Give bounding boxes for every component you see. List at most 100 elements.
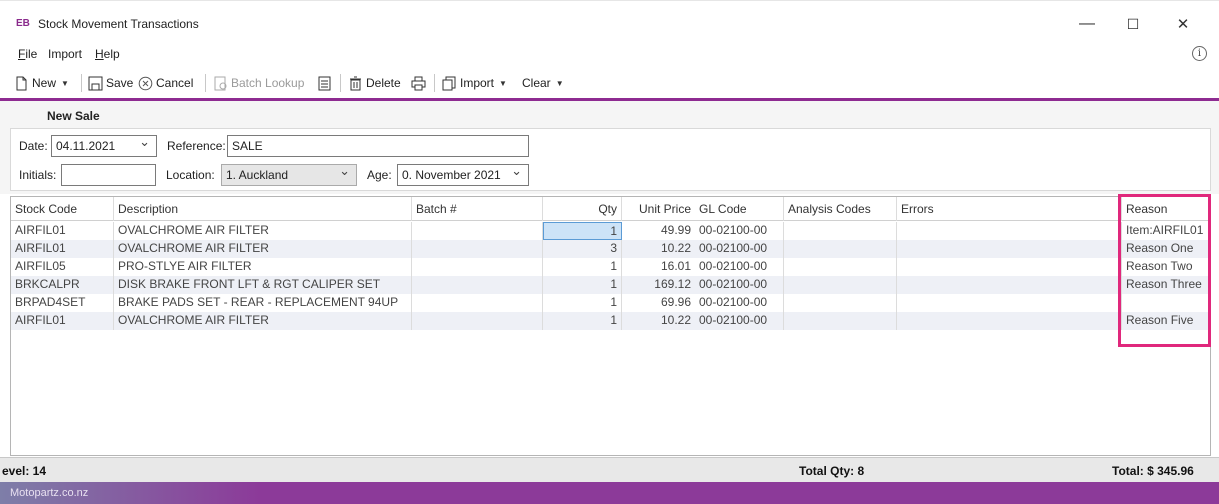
app-logo: EB	[16, 18, 30, 29]
column-header-stock-code[interactable]: Stock Code	[11, 197, 114, 221]
import-button[interactable]: Import ▼	[442, 73, 507, 93]
cell-batch[interactable]	[412, 312, 543, 330]
cell-batch[interactable]	[412, 240, 543, 258]
menu-help[interactable]: Help	[95, 47, 120, 61]
cell-gl-code[interactable]: 00-02100-00	[695, 312, 784, 330]
cell-unit-price[interactable]: 16.01	[622, 258, 695, 276]
cancel-button[interactable]: Cancel	[138, 73, 193, 93]
batch-lookup-label: Batch Lookup	[231, 76, 305, 90]
cell-description[interactable]: OVALCHROME AIR FILTER	[114, 312, 412, 330]
minimize-button[interactable]: —	[1067, 11, 1107, 37]
toolbar-divider	[81, 74, 82, 92]
print-button[interactable]	[411, 73, 426, 93]
chevron-down-icon: ▼	[555, 78, 564, 88]
cell-analysis-codes[interactable]	[784, 240, 897, 258]
cell-analysis-codes[interactable]	[784, 222, 897, 240]
cell-analysis-codes[interactable]	[784, 258, 897, 276]
window-title: Stock Movement Transactions	[38, 17, 199, 31]
column-header-errors[interactable]: Errors	[897, 197, 1122, 221]
cell-qty[interactable]: 1	[543, 258, 622, 276]
clear-button[interactable]: Clear ▼	[522, 73, 564, 93]
table-row[interactable]: AIRFIL05 PRO-STLYE AIR FILTER 1 16.01 00-021…	[11, 258, 1210, 276]
column-header-analysis-codes[interactable]: Analysis Codes	[784, 197, 897, 221]
cell-stock-code[interactable]: BRPAD4SET	[11, 294, 114, 312]
section-title: New Sale	[47, 109, 100, 123]
menu-bar: File Import Help i	[0, 44, 1219, 66]
table-row[interactable]: BRKCALPR DISK BRAKE FRONT LFT & RGT CALIP…	[11, 276, 1210, 294]
cell-gl-code[interactable]: 00-02100-00	[695, 240, 784, 258]
cell-stock-code[interactable]: AIRFIL01	[11, 222, 114, 240]
cell-gl-code[interactable]: 00-02100-00	[695, 276, 784, 294]
cell-batch[interactable]	[412, 258, 543, 276]
cell-errors[interactable]	[897, 258, 1122, 276]
reference-value: SALE	[232, 139, 263, 153]
date-label: Date:	[19, 139, 48, 153]
table-row[interactable]: AIRFIL01 OVALCHROME AIR FILTER 1 10.22 00-02…	[11, 312, 1210, 330]
cell-gl-code[interactable]: 00-02100-00	[695, 294, 784, 312]
cell-unit-price[interactable]: 10.22	[622, 240, 695, 258]
cell-qty[interactable]: 1	[543, 312, 622, 330]
cell-unit-price[interactable]: 10.22	[622, 312, 695, 330]
cell-qty[interactable]: 3	[543, 240, 622, 258]
reference-label: Reference:	[167, 139, 226, 153]
column-header-batch[interactable]: Batch #	[412, 197, 543, 221]
cell-analysis-codes[interactable]	[784, 294, 897, 312]
info-icon[interactable]: i	[1192, 46, 1207, 61]
notes-button[interactable]	[317, 73, 332, 93]
cell-stock-code[interactable]: AIRFIL01	[11, 240, 114, 258]
cell-errors[interactable]	[897, 294, 1122, 312]
date-field[interactable]: 04.11.2021	[51, 135, 157, 157]
cell-description[interactable]: OVALCHROME AIR FILTER	[114, 240, 412, 258]
cell-description[interactable]: PRO-STLYE AIR FILTER	[114, 258, 412, 276]
column-header-gl-code[interactable]: GL Code	[695, 197, 784, 221]
column-header-qty[interactable]: Qty	[543, 197, 622, 221]
cell-description[interactable]: DISK BRAKE FRONT LFT & RGT CALIPER SET	[114, 276, 412, 294]
chevron-down-icon: ▼	[499, 78, 507, 88]
cell-description[interactable]: OVALCHROME AIR FILTER	[114, 222, 412, 240]
new-button[interactable]: New ▼	[14, 73, 69, 93]
menu-import[interactable]: Import	[48, 47, 82, 61]
initials-field[interactable]	[61, 164, 156, 186]
table-row[interactable]: AIRFIL01 OVALCHROME AIR FILTER 1 49.99 00-02…	[11, 222, 1210, 240]
cell-qty[interactable]: 1	[543, 294, 622, 312]
cell-stock-code[interactable]: AIRFIL05	[11, 258, 114, 276]
cell-unit-price[interactable]: 169.12	[622, 276, 695, 294]
cell-stock-code[interactable]: BRKCALPR	[11, 276, 114, 294]
cell-stock-code[interactable]: AIRFIL01	[11, 312, 114, 330]
status-bar: evel: 14 Total Qty: 8 Total: $ 345.96	[0, 457, 1219, 482]
title-bar: EB Stock Movement Transactions — ☐ ✕	[0, 0, 1219, 40]
cell-analysis-codes[interactable]	[784, 276, 897, 294]
cell-batch[interactable]	[412, 294, 543, 312]
location-label: Location:	[166, 168, 215, 182]
cell-qty[interactable]: 1	[543, 276, 622, 294]
cell-unit-price[interactable]: 69.96	[622, 294, 695, 312]
cell-batch[interactable]	[412, 276, 543, 294]
batch-lookup-icon	[213, 76, 228, 91]
cell-gl-code[interactable]: 00-02100-00	[695, 222, 784, 240]
batch-lookup-button[interactable]: Batch Lookup	[213, 73, 304, 93]
column-header-unit-price[interactable]: Unit Price	[622, 197, 695, 221]
maximize-button[interactable]: ☐	[1113, 11, 1153, 37]
trash-icon	[348, 76, 363, 91]
column-header-description[interactable]: Description	[114, 197, 412, 221]
cell-errors[interactable]	[897, 276, 1122, 294]
cell-description[interactable]: BRAKE PADS SET - REAR - REPLACEMENT 94UP	[114, 294, 412, 312]
delete-button[interactable]: Delete	[348, 73, 401, 93]
cell-errors[interactable]	[897, 222, 1122, 240]
cell-gl-code[interactable]: 00-02100-00	[695, 258, 784, 276]
cell-errors[interactable]	[897, 312, 1122, 330]
cell-batch[interactable]	[412, 222, 543, 240]
table-row[interactable]: BRPAD4SET BRAKE PADS SET - REAR - REPLACE…	[11, 294, 1210, 312]
location-select[interactable]: 1. Auckland	[221, 164, 357, 186]
close-button[interactable]: ✕	[1163, 11, 1203, 37]
cell-qty[interactable]: 1	[543, 222, 622, 240]
initials-label: Initials:	[19, 168, 57, 182]
cell-analysis-codes[interactable]	[784, 312, 897, 330]
table-row[interactable]: AIRFIL01 OVALCHROME AIR FILTER 3 10.22 00-02…	[11, 240, 1210, 258]
cell-errors[interactable]	[897, 240, 1122, 258]
save-button[interactable]: Save	[88, 73, 133, 93]
reference-field[interactable]: SALE	[227, 135, 529, 157]
age-select[interactable]: 0. November 2021	[397, 164, 529, 186]
menu-file[interactable]: File	[18, 47, 37, 61]
cell-unit-price[interactable]: 49.99	[622, 222, 695, 240]
